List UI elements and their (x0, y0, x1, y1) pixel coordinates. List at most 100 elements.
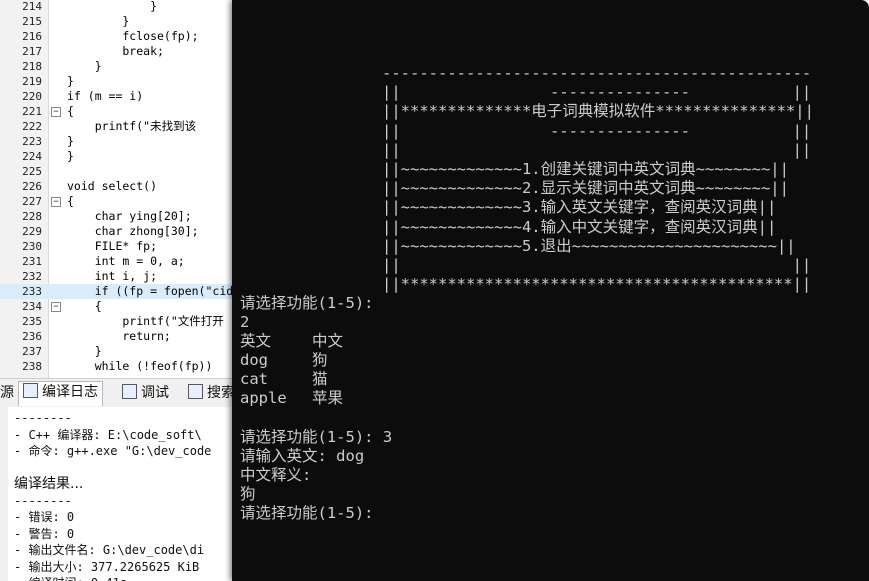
word-zh: 苹果 (312, 389, 344, 407)
debug-icon (122, 384, 137, 399)
compile-log-panel[interactable]: -------- - C++ 编译器: E:\code_soft\ - 命令: g+… (0, 407, 240, 581)
line-number: 235 (22, 315, 42, 328)
line-number: 234 (22, 300, 42, 313)
line-number: 219 (22, 75, 42, 88)
menu-line: || --------------- || (382, 121, 812, 140)
code-text: { (67, 104, 74, 118)
code-text: { (67, 299, 102, 313)
menu-line: ||~~~~~~~~~~~~~3.输入英文关键字，查阅英汉词典|| (382, 198, 777, 217)
console-window[interactable]: ----------------------------------------… (232, 0, 869, 581)
menu-line: ||**************************************… (382, 275, 812, 294)
code-line: 219} (0, 74, 240, 89)
line-number: 224 (22, 150, 42, 163)
table-row: apple 苹果 (240, 389, 343, 408)
menu-line: || || (382, 140, 812, 159)
tab-debug[interactable]: 调试 (122, 383, 169, 403)
code-text: } (67, 149, 74, 163)
prompt-line: 请选择功能(1-5): (240, 294, 374, 312)
code-text: break; (67, 44, 164, 58)
fold-toggle-icon[interactable]: − (51, 302, 61, 312)
line-number: 222 (22, 120, 42, 133)
prompt-line: 请选择功能(1-5): 3 (240, 428, 393, 446)
line-number: 237 (22, 345, 42, 358)
line-number: 238 (22, 360, 42, 373)
code-text: char zhong[30]; (67, 224, 199, 238)
code-line: 224} (0, 149, 240, 164)
log-line: 编译结果... (14, 476, 84, 492)
line-number: 232 (22, 270, 42, 283)
code-line: 220 if (m == i) (0, 89, 240, 104)
log-line: -------- (14, 411, 72, 425)
line-number: 215 (22, 15, 42, 28)
log-line: - 编译时间: 0.41s (14, 575, 127, 581)
line-number: 221 (22, 105, 42, 118)
code-text: printf("未找到该 (67, 119, 197, 133)
menu-line: ||~~~~~~~~~~~~~5.退出~~~~~~~~~~~~~~~~~~~~~… (382, 236, 796, 255)
log-line: - 输出文件名: G:\dev_code\di (14, 543, 205, 557)
tab-compile-log[interactable]: 编译日志 (18, 381, 103, 406)
tab-search[interactable]: 搜索 (188, 383, 235, 403)
user-input: 2 (240, 313, 250, 331)
code-editor[interactable]: 214 } 215 } 216 fclose(fp); 217 break; 218 }… (0, 0, 240, 378)
menu-line: ||~~~~~~~~~~~~~4.输入中文关键字，查阅英汉词典|| (382, 217, 777, 236)
code-text: } (67, 14, 130, 28)
line-number: 228 (22, 210, 42, 223)
menu-line: ||**************电子词典模拟软件***************|… (382, 102, 814, 121)
code-line: 222 printf("未找到该 (0, 119, 240, 134)
code-line: 228 char ying[20]; (0, 209, 240, 224)
menu-line: ----------------------------------------… (382, 64, 812, 82)
tab-label: 编译日志 (42, 384, 98, 400)
log-line: -------- (14, 493, 72, 508)
code-line: 223} (0, 134, 240, 149)
code-text: printf("文件打开 (67, 314, 224, 328)
code-line: 226 void select() (0, 179, 240, 194)
code-line: 227−{ (0, 194, 240, 209)
line-number: 218 (22, 60, 42, 73)
code-line: 214 } (0, 0, 240, 14)
menu-line: || || (382, 256, 812, 274)
code-line: 234− { (0, 299, 240, 314)
fold-toggle-icon[interactable]: − (51, 197, 61, 207)
log-line: - C++ 编译器: E:\code_soft\ (14, 427, 202, 442)
tab-source[interactable]: 源 (0, 383, 14, 403)
code-text: char ying[20]; (67, 209, 192, 223)
line-number: 214 (22, 0, 42, 13)
code-text: int i, j; (67, 269, 158, 283)
header-zh: 中文 (312, 332, 344, 350)
table-row: dog 狗 (240, 351, 328, 370)
word-zh: 狗 (312, 351, 328, 369)
word-en: cat (240, 370, 268, 388)
code-line: 225 (0, 164, 240, 179)
line-number: 229 (22, 225, 42, 238)
line-number: 223 (22, 135, 42, 148)
word-en: dog (240, 351, 268, 369)
ask-english-line: 请输入英文: dog (240, 447, 365, 465)
table-header: 英文 中文 (240, 332, 343, 351)
code-line: 235 printf("文件打开 (0, 314, 240, 329)
log-line: - 警告: 0 (14, 526, 75, 541)
code-line: 233 if ((fp = fopen("cid (0, 284, 240, 299)
bottom-panel-tabs: 源 编译日志 调试 搜索 (0, 378, 240, 408)
code-text: } (67, 134, 74, 148)
tab-label: 源 (0, 385, 14, 401)
code-line: 232 int i, j; (0, 269, 240, 284)
code-line: 236 return; (0, 329, 240, 344)
code-line: 237 } (0, 344, 240, 359)
code-text: fclose(fp); (67, 29, 199, 43)
code-text: } (67, 59, 102, 73)
code-line: 231 int m = 0, a; (0, 254, 240, 269)
meaning-value: 狗 (240, 485, 256, 503)
line-number: 226 (22, 180, 42, 193)
menu-line: || --------------- || (382, 83, 812, 102)
menu-line: ||~~~~~~~~~~~~~2.显示关键词中英文词典~~~~~~~~|| (382, 179, 789, 198)
tab-label: 调试 (141, 385, 169, 401)
code-text: } (67, 74, 74, 88)
line-number: 236 (22, 330, 42, 343)
fold-toggle-icon[interactable]: − (51, 107, 61, 117)
meaning-label: 中文释义: (240, 466, 312, 484)
code-line: 221−{ (0, 104, 240, 119)
code-text: int m = 0, a; (67, 254, 185, 268)
line-number: 216 (22, 30, 42, 43)
line-number: 233 (22, 285, 42, 298)
code-line: 238 while (!feof(fp)) (0, 359, 240, 374)
